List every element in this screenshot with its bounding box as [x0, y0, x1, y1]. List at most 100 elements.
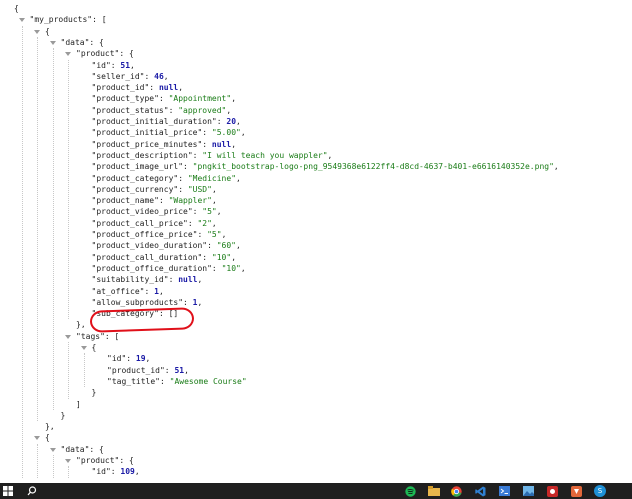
json-punct: :: [110, 467, 121, 477]
json-line: "product_image_url": "pngkit_bootstrap-l…: [92, 161, 559, 172]
json-punct: :: [192, 150, 203, 160]
json-line: "id": 51,: [92, 60, 135, 71]
chrome-icon[interactable]: [450, 485, 462, 497]
indent-guide: [21, 25, 23, 478]
json-key: "product_call_duration": [91, 252, 203, 262]
collapse-toggle-icon[interactable]: [34, 436, 40, 441]
json-key: "tags": [76, 331, 105, 341]
json-punct: :: [211, 263, 222, 273]
json-punct: : {: [119, 456, 134, 465]
json-punct: :: [158, 94, 169, 104]
windows-start-icon[interactable]: [2, 485, 14, 497]
terminal-icon[interactable]: [498, 485, 510, 497]
json-string: "5": [202, 207, 217, 217]
json-key: "product_type": [91, 94, 159, 104]
json-string: "Medicine": [187, 173, 237, 183]
json-value: 51: [174, 365, 185, 375]
collapse-toggle-icon[interactable]: [65, 52, 71, 57]
json-string: "Wappler": [168, 196, 212, 206]
json-punct: ,: [236, 173, 241, 183]
json-line: "product_initial_duration": 20,: [92, 116, 241, 127]
json-punct: ,: [211, 218, 217, 228]
json-value: 19: [135, 354, 146, 364]
json-punct: },: [45, 422, 55, 432]
json-punct: : {: [89, 444, 104, 454]
json-punct: ]: [76, 399, 81, 409]
json-punct: ,: [197, 297, 203, 307]
json-punct: :: [202, 252, 212, 262]
collapse-toggle-icon[interactable]: [18, 18, 25, 23]
json-punct: ,: [236, 241, 241, 251]
collapse-toggle-icon[interactable]: [65, 334, 71, 339]
json-value: 20: [226, 117, 237, 126]
json-key: "suitability_id": [91, 275, 169, 285]
json-line: }: [92, 387, 97, 398]
json-punct: ,: [240, 263, 246, 273]
json-line: "tag_title": "Awesome Course": [107, 376, 247, 387]
json-line: "seller_id": 46,: [92, 71, 169, 82]
json-punct: :: [110, 60, 121, 70]
json-key: "product_category": [91, 173, 179, 183]
json-punct: ,: [184, 365, 189, 375]
json-line: "id": 109,: [92, 466, 140, 477]
skype-icon[interactable]: S: [594, 485, 606, 497]
json-punct: ,: [216, 207, 222, 217]
json-line: {: [45, 26, 50, 37]
json-line: },: [76, 319, 86, 330]
spotify-icon[interactable]: [404, 485, 416, 497]
json-punct: ,: [178, 83, 184, 93]
json-punct: }: [91, 388, 97, 398]
json-line: "product_initial_price": "5.00",: [92, 127, 246, 138]
indent-guide: [68, 466, 69, 478]
collapse-toggle-icon[interactable]: [49, 40, 56, 45]
json-punct: ,: [553, 162, 559, 172]
skype-icon-letter: S: [597, 487, 603, 495]
json-key: "data": [60, 444, 90, 454]
json-value: 109: [120, 467, 135, 477]
app-orange-icon[interactable]: [570, 485, 582, 497]
vscode-icon[interactable]: [474, 485, 486, 497]
json-key: "id": [91, 60, 111, 70]
collapse-toggle-icon[interactable]: [34, 29, 40, 34]
app-red-icon[interactable]: [546, 485, 558, 497]
json-line: "product_video_duration": "60",: [92, 240, 241, 251]
search-icon[interactable]: [26, 485, 38, 497]
json-value: 46: [154, 71, 164, 81]
json-line: "product_name": "Wappler",: [92, 195, 217, 206]
json-punct: ,: [197, 275, 203, 285]
json-string: "Appointment": [168, 94, 232, 104]
json-key: "product": [76, 456, 120, 465]
json-punct: :: [202, 128, 212, 138]
json-punct: },: [76, 320, 86, 330]
json-key: "product_video_duration": [91, 241, 208, 251]
json-value: null: [211, 139, 232, 149]
json-punct: :: [216, 117, 227, 126]
json-key: "product_status": [91, 105, 169, 115]
json-line: }: [61, 410, 66, 421]
json-line: "id": 19,: [107, 353, 150, 364]
json-punct: : {: [119, 49, 134, 59]
json-value: 51: [120, 60, 131, 70]
gallery-icon[interactable]: [522, 485, 534, 497]
json-line: "product_price_minutes": null,: [92, 139, 237, 150]
json-line: "product_status": "approved",: [92, 105, 232, 116]
collapse-toggle-icon[interactable]: [80, 346, 87, 350]
json-punct: ,: [145, 354, 151, 364]
indent-guide: [52, 455, 54, 478]
json-line: "product_office_price": "5",: [92, 229, 227, 240]
json-string: "5.00": [211, 128, 241, 138]
json-value: null: [178, 275, 198, 285]
json-line: "my_products": [: [30, 14, 107, 25]
json-string: "10": [221, 263, 241, 273]
json-punct: :: [164, 365, 175, 375]
json-key: "data": [60, 37, 90, 47]
json-string: "10": [211, 252, 232, 262]
json-punct: :: [144, 286, 155, 296]
collapse-toggle-icon[interactable]: [49, 447, 56, 452]
json-punct: : [: [92, 15, 107, 25]
json-line: "product_office_duration": "10",: [92, 263, 246, 274]
collapse-toggle-icon[interactable]: [65, 459, 71, 463]
json-line: {: [45, 432, 50, 443]
file-explorer-icon[interactable]: [428, 485, 440, 497]
json-line: "suitability_id": null,: [92, 274, 203, 285]
